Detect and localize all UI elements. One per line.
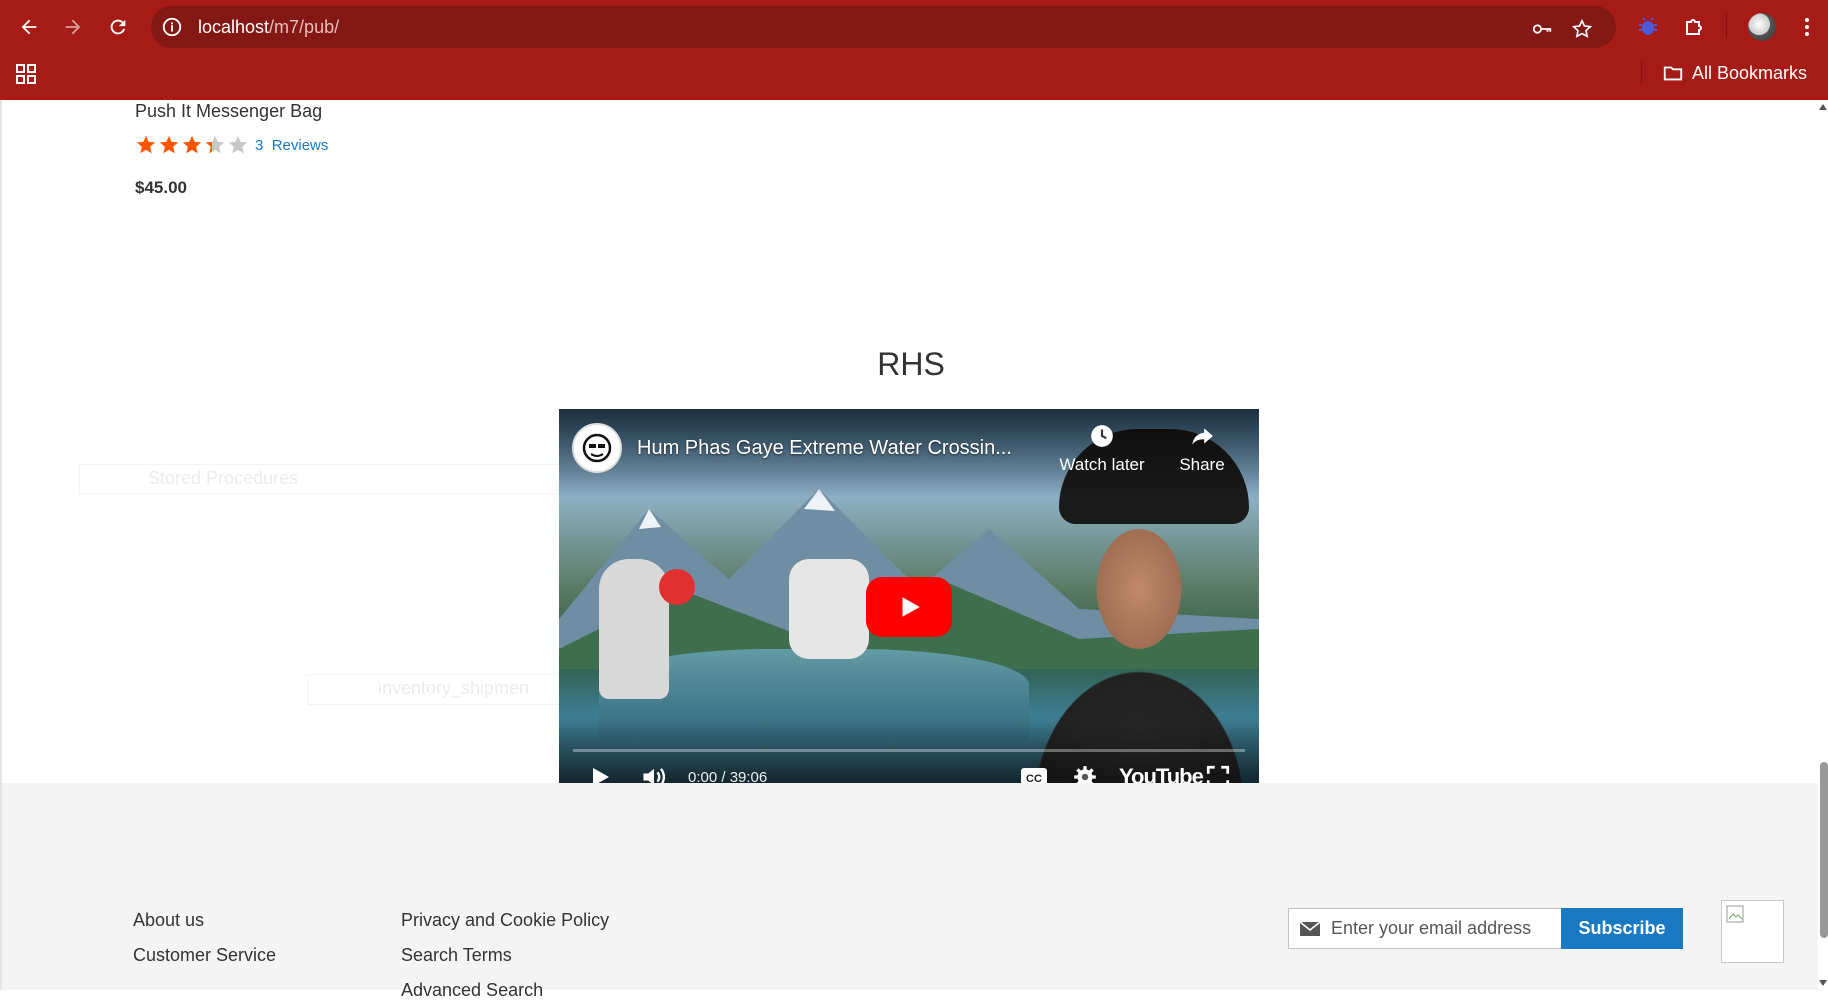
url-text: localhost/m7/pub/ xyxy=(198,17,339,38)
scroll-up-arrow-icon[interactable] xyxy=(1819,104,1827,110)
address-bar[interactable]: localhost/m7/pub/ xyxy=(151,6,1616,48)
channel-face-icon xyxy=(582,433,612,463)
star-icon xyxy=(205,135,225,154)
browser-chrome: localhost/m7/pub/ All Bookmarks xyxy=(0,0,1828,100)
star-icon xyxy=(159,135,179,154)
extensions-puzzle-icon[interactable] xyxy=(1683,15,1707,39)
all-bookmarks-label: All Bookmarks xyxy=(1692,62,1808,83)
bookmarks-bar xyxy=(0,54,1828,100)
profile-avatar[interactable] xyxy=(1748,13,1776,41)
product-price: $45.00 xyxy=(135,178,187,197)
reviews-label: Reviews xyxy=(271,137,329,154)
share-button[interactable]: Share xyxy=(1152,423,1252,475)
toolbar-divider xyxy=(1726,14,1727,38)
reload-icon xyxy=(110,19,126,35)
reviews-link[interactable]: 3 Reviews xyxy=(255,137,328,154)
youtube-video-embed[interactable]: Hum Phas Gaye Extreme Water Crossin... W… xyxy=(559,409,1259,802)
reload-button[interactable] xyxy=(101,10,135,44)
all-bookmarks-button[interactable]: All Bookmarks xyxy=(1662,62,1807,84)
arrow-left-icon xyxy=(21,19,37,35)
broken-image-icon xyxy=(1726,905,1744,923)
folder-icon xyxy=(1663,66,1683,81)
video-title[interactable]: Hum Phas Gaye Extreme Water Crossin... xyxy=(637,437,1012,460)
newsletter-email-input[interactable] xyxy=(1331,909,1559,948)
site-info-icon[interactable] xyxy=(161,16,183,38)
watch-later-button[interactable]: Watch later xyxy=(1052,423,1152,475)
watch-later-label: Watch later xyxy=(1059,455,1145,474)
clock-icon xyxy=(1091,425,1113,447)
rating-stars xyxy=(135,134,249,156)
menu-kebab-icon[interactable] xyxy=(1795,15,1819,39)
key-icon[interactable] xyxy=(1531,18,1553,40)
reviews-count: 3 xyxy=(255,137,264,154)
footer-link-about[interactable]: About us xyxy=(133,910,204,931)
section-title: RHS xyxy=(877,346,945,382)
subscribe-button[interactable]: Subscribe xyxy=(1561,908,1683,949)
footer-link-search-terms[interactable]: Search Terms xyxy=(401,945,512,966)
share-arrow-icon xyxy=(1192,428,1213,445)
extension-bug-icon[interactable] xyxy=(1636,15,1660,39)
footer-link-advanced-search[interactable]: Advanced Search xyxy=(401,980,543,1001)
thumbnail-rider xyxy=(599,559,669,699)
channel-avatar[interactable] xyxy=(572,423,622,473)
star-icon xyxy=(136,135,156,154)
envelope-icon xyxy=(1299,921,1321,936)
broken-image-placeholder xyxy=(1721,900,1784,963)
url-path: /m7/pub/ xyxy=(269,17,340,37)
play-icon xyxy=(902,597,920,617)
product-name-link[interactable]: Push It Messenger Bag xyxy=(135,100,322,122)
star-icon xyxy=(182,135,202,154)
play-button-large[interactable] xyxy=(866,577,952,637)
footer-link-privacy[interactable]: Privacy and Cookie Policy xyxy=(401,910,609,931)
thumbnail-helmet xyxy=(659,569,695,605)
share-label: Share xyxy=(1179,455,1225,474)
footer-link-customer-service[interactable]: Customer Service xyxy=(133,945,276,966)
scroll-down-arrow-icon[interactable] xyxy=(1819,980,1827,986)
browser-toolbar: localhost/m7/pub/ xyxy=(0,0,1828,54)
star-bookmark-icon[interactable] xyxy=(1571,18,1593,40)
scrollbar-thumb[interactable] xyxy=(1820,762,1828,938)
thumbnail-bike xyxy=(789,559,869,659)
star-icon xyxy=(228,135,248,154)
arrow-right-icon xyxy=(65,19,81,35)
apps-grid-icon[interactable] xyxy=(16,64,36,84)
url-host: localhost xyxy=(198,17,270,37)
newsletter-field[interactable] xyxy=(1288,908,1562,949)
forward-button[interactable] xyxy=(56,10,90,44)
bookmarks-divider xyxy=(1641,62,1642,84)
back-button[interactable] xyxy=(12,10,46,44)
video-progress-bar[interactable] xyxy=(573,749,1245,752)
